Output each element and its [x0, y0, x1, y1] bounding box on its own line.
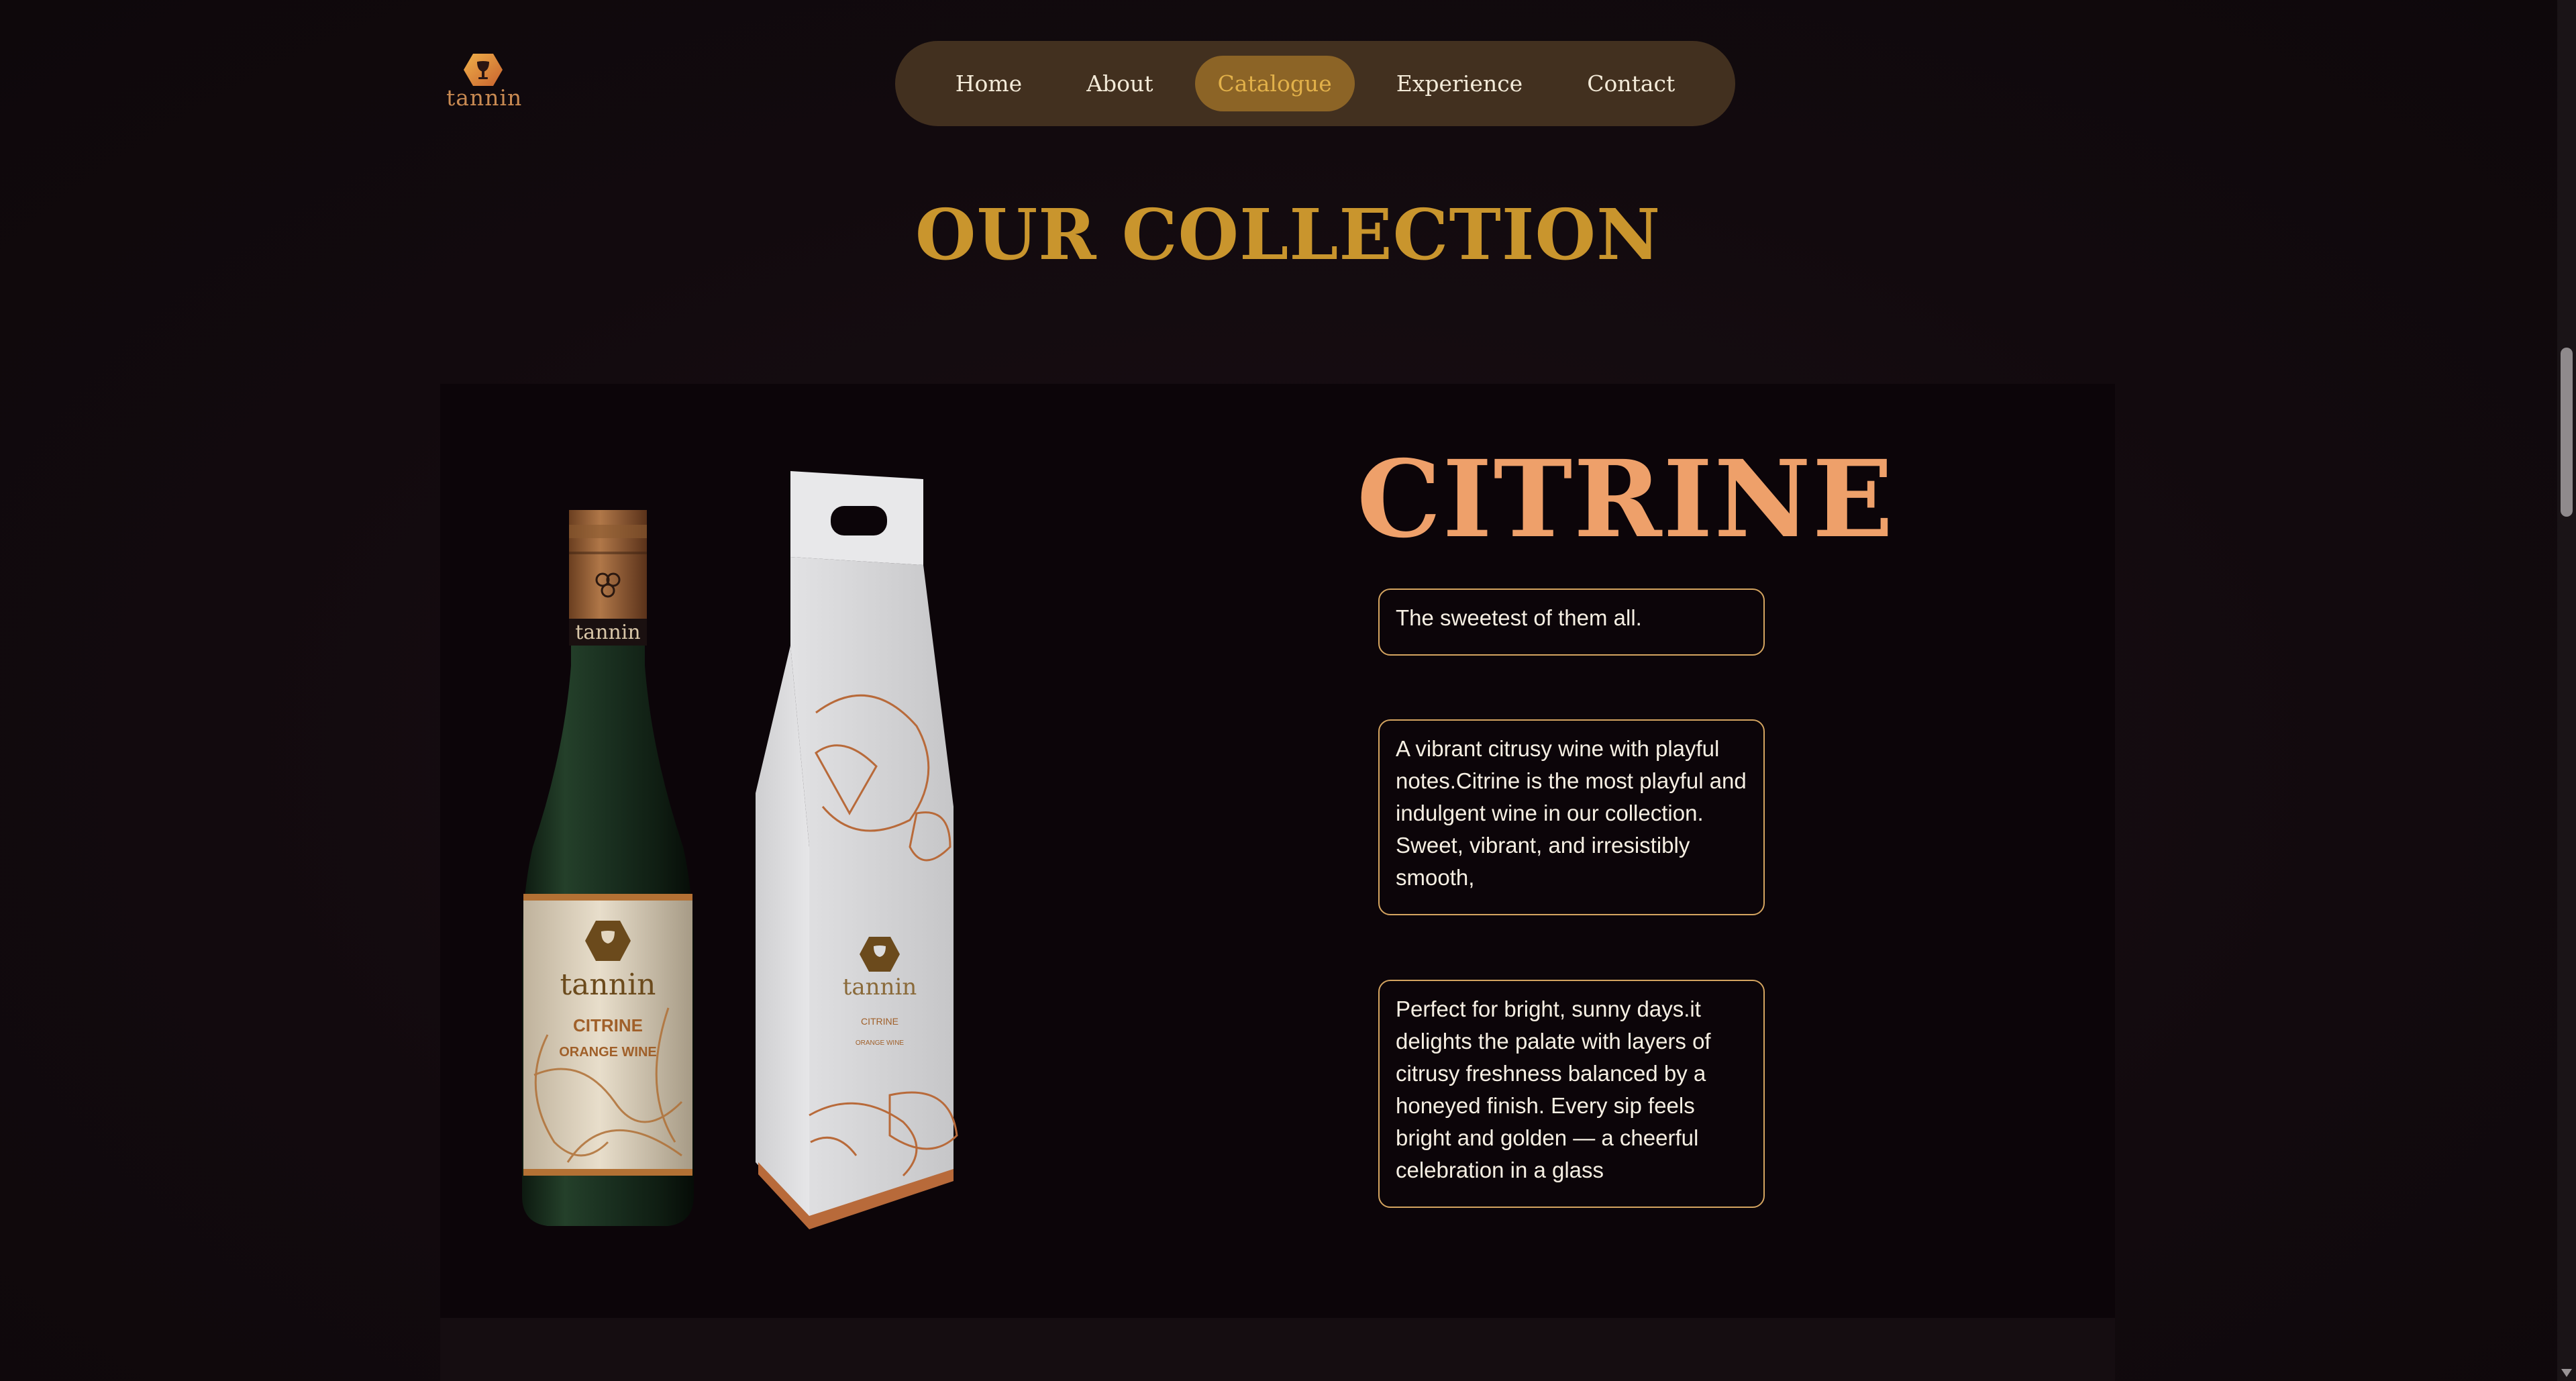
section-title: OUR COLLECTION — [915, 193, 1661, 276]
product-pairing: Perfect for bright, sunny days.it deligh… — [1378, 980, 1765, 1208]
gift-box-image: tannin CITRINE ORANGE WINE — [756, 471, 984, 1239]
product-description: A vibrant citrusy wine with playful note… — [1378, 719, 1765, 915]
label-wine-name: CITRINE — [573, 1015, 643, 1035]
box-wine-type: ORANGE WINE — [856, 1039, 905, 1047]
page-scrollbar[interactable] — [2557, 0, 2576, 1381]
next-card-edge — [440, 1318, 2115, 1381]
nav-home[interactable]: Home — [933, 56, 1045, 111]
product-tagline: The sweetest of them all. — [1378, 589, 1765, 656]
nav-contact[interactable]: Contact — [1564, 56, 1698, 111]
nav-experience[interactable]: Experience — [1374, 56, 1545, 111]
box-wine-name: CITRINE — [861, 1016, 898, 1027]
wine-bottle-image: tannin tannin CITRINE ORANGE WINE — [507, 498, 709, 1239]
capsule-brand-text: tannin — [575, 621, 641, 644]
scroll-down-arrow-icon[interactable] — [2561, 1369, 2572, 1377]
hexagon-wine-glass-icon — [464, 54, 503, 86]
box-brand-text: tannin — [843, 974, 917, 1001]
label-wine-type: ORANGE WINE — [559, 1045, 657, 1060]
nav-catalogue[interactable]: Catalogue — [1194, 56, 1355, 111]
product-card: tannin tannin CITRINE ORANGE WINE tannin… — [440, 384, 2115, 1318]
brand-logo[interactable]: tannin — [446, 52, 523, 113]
nav-about[interactable]: About — [1064, 56, 1176, 111]
label-brand-text: tannin — [560, 968, 656, 1002]
product-name: CITRINE — [1357, 438, 1895, 562]
scrollbar-thumb[interactable] — [2561, 348, 2573, 517]
main-nav: Home About Catalogue Experience Contact — [895, 41, 1735, 126]
brand-wordmark: tannin — [446, 85, 523, 111]
page: tannin Home About Catalogue Experience C… — [0, 0, 2576, 1381]
